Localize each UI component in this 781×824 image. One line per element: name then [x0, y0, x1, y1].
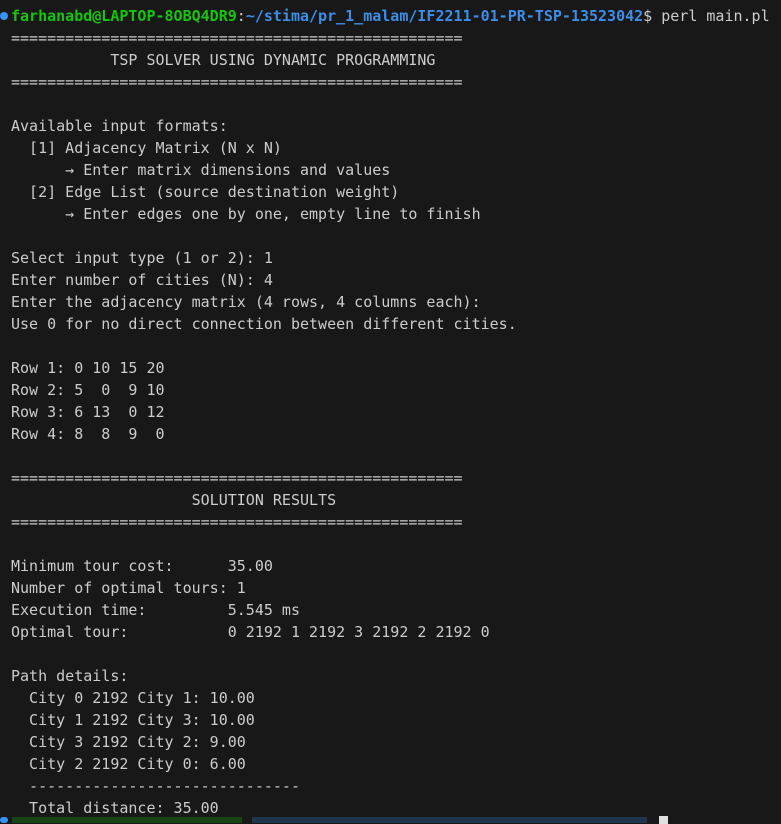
next-prompt-cwd-partial — [252, 817, 647, 823]
format-option-1-hint: → Enter matrix dimensions and values — [11, 161, 391, 179]
optimal-tour: Optimal tour: 0 2192 1 2192 3 2192 2 219… — [11, 623, 490, 641]
prompt-symbol: $ — [643, 7, 662, 25]
terminal-output[interactable]: farhanabd@LAPTOP-8OBQ4DR9:~/stima/pr_1_m… — [0, 5, 781, 819]
city-count-prompt: Enter number of cities (N): 4 — [11, 271, 273, 289]
header-title: TSP SOLVER USING DYNAMIC PROGRAMMING — [11, 51, 436, 69]
next-prompt-line-partial — [0, 817, 660, 823]
prompt-working-directory: ~/stima/pr_1_malam/IF2211-01-PR-TSP-1352… — [245, 7, 644, 25]
next-prompt-user-host-partial — [12, 817, 242, 823]
path-step-4: City 2 2192 City 0: 6.00 — [11, 755, 246, 773]
minimum-tour-cost: Minimum tour cost: 35.00 — [11, 557, 273, 575]
path-step-1: City 0 2192 City 1: 10.00 — [11, 689, 255, 707]
results-divider-bottom: ========================================… — [11, 513, 463, 531]
results-divider-top: ========================================… — [11, 469, 463, 487]
header-divider-top: ========================================… — [11, 29, 463, 47]
optimal-tour-count: Number of optimal tours: 1 — [11, 579, 246, 597]
execution-time: Execution time: 5.545 ms — [11, 601, 300, 619]
prompt-user-host: farhanabd@LAPTOP-8OBQ4DR9 — [11, 7, 237, 25]
format-option-1: [1] Adjacency Matrix (N x N) — [11, 139, 282, 157]
path-step-2: City 1 2192 City 3: 10.00 — [11, 711, 255, 729]
format-option-2-hint: → Enter edges one by one, empty line to … — [11, 205, 481, 223]
format-option-2: [2] Edge List (source destination weight… — [11, 183, 400, 201]
matrix-row-1: Row 1: 0 10 15 20 — [11, 359, 165, 377]
path-details-heading: Path details: — [11, 667, 129, 685]
matrix-hint: Use 0 for no direct connection between d… — [11, 315, 517, 333]
prompt-command: perl main.pl — [661, 7, 770, 25]
results-title: SOLUTION RESULTS — [11, 491, 337, 509]
matrix-prompt: Enter the adjacency matrix (4 rows, 4 co… — [11, 293, 481, 311]
header-divider-bottom: ========================================… — [11, 73, 463, 91]
input-type-prompt: Select input type (1 or 2): 1 — [11, 249, 273, 267]
matrix-row-3: Row 3: 6 13 0 12 — [11, 403, 165, 421]
command-prompt-line: farhanabd@LAPTOP-8OBQ4DR9:~/stima/pr_1_m… — [0, 5, 781, 27]
input-formats-heading: Available input formats: — [11, 117, 228, 135]
matrix-row-2: Row 2: 5 0 9 10 — [11, 381, 165, 399]
path-step-3: City 3 2192 City 2: 9.00 — [11, 733, 246, 751]
command-status-dot-icon — [0, 12, 8, 20]
next-prompt-dot-icon — [0, 817, 8, 823]
matrix-row-4: Row 4: 8 8 9 0 — [11, 425, 165, 443]
path-divider: ------------------------------ — [11, 777, 300, 795]
prompt-colon: : — [236, 7, 246, 25]
